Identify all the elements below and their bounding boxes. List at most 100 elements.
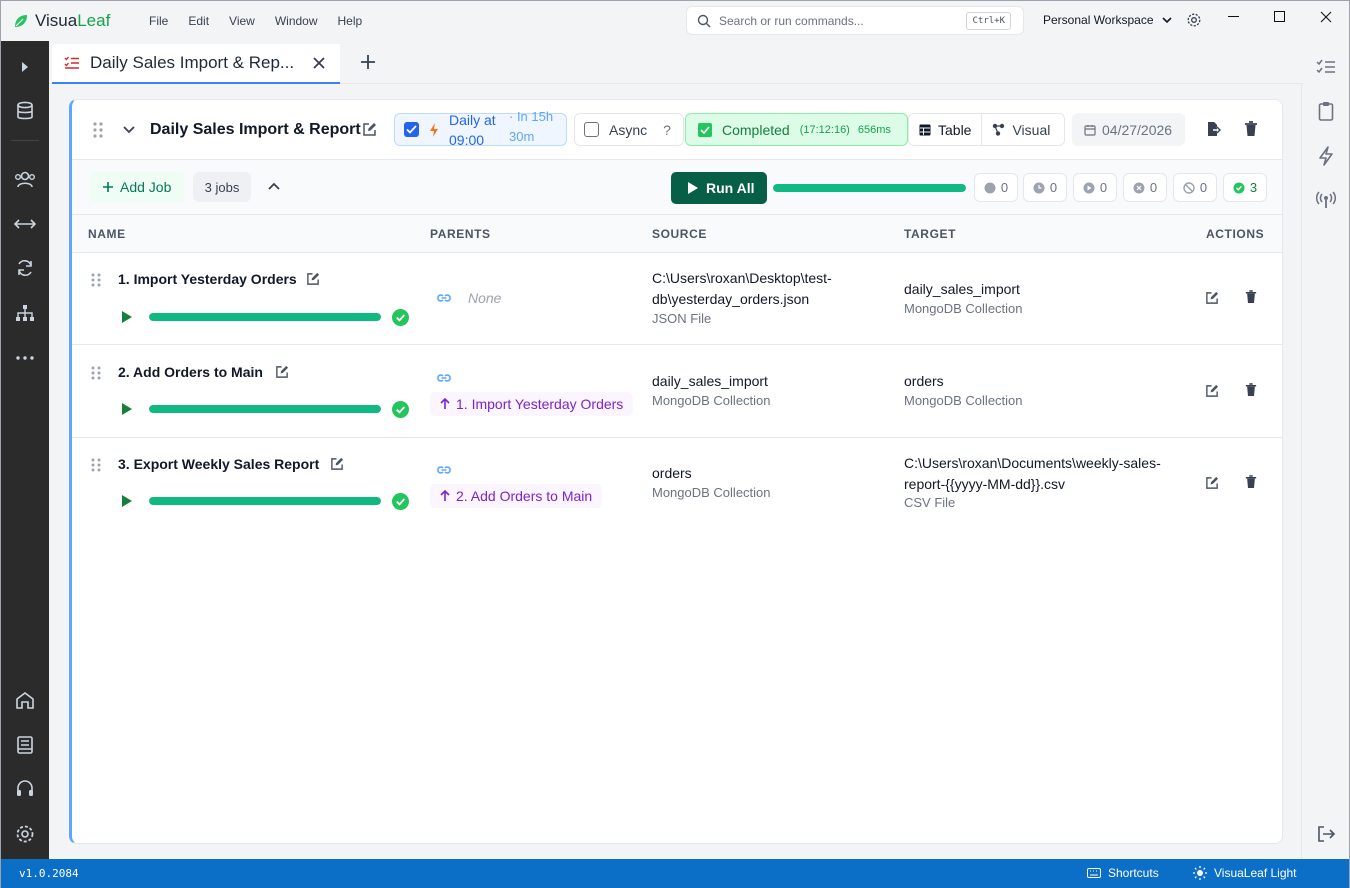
hierarchy-icon[interactable] [13,301,37,325]
menu-window[interactable]: Window [265,14,328,28]
date-chip[interactable]: 04/27/2026 [1072,113,1185,146]
job-name: 1. Import Yesterday Orders [118,271,297,287]
job-progress-fill [149,497,381,505]
edit-icon[interactable] [1205,291,1219,305]
plus-icon [103,182,113,192]
play-icon[interactable] [121,403,132,415]
version-label: v1.0.2084 [19,867,79,880]
header-parents[interactable]: PARENTS [430,227,491,241]
task-list-icon[interactable] [1314,55,1338,79]
lightning-icon[interactable] [1314,144,1338,168]
view-visual-button[interactable]: Visual [982,114,1060,145]
drag-handle-icon[interactable] [91,458,101,472]
collapse-chevron-icon[interactable] [123,126,135,134]
home-icon[interactable] [13,688,37,712]
app-window: VisuaLeaf File Edit View Window Help Sea… [0,0,1350,888]
edit-icon[interactable] [275,365,289,379]
shortcuts-button[interactable]: Shortcuts [1087,866,1159,880]
title-bar: VisuaLeaf File Edit View Window Help Sea… [1,1,1349,41]
drag-handle-icon[interactable] [93,122,103,138]
close-icon[interactable] [312,56,326,70]
expand-sidebar-icon[interactable] [13,55,37,79]
stat-scheduled[interactable]: 0 [1023,173,1067,202]
schedule-chip[interactable]: Daily at 09:00 · In 15h 30m [394,109,567,148]
trash-icon[interactable] [1245,383,1257,397]
stat-pending-count: 0 [1000,180,1009,195]
close-window-button[interactable] [1303,1,1349,33]
header-source[interactable]: SOURCE [652,227,707,241]
status-duration: 656ms [857,123,891,136]
leaf-icon [15,15,27,27]
edit-icon[interactable] [1205,384,1219,398]
app-logo: VisuaLeaf [13,11,133,31]
broadcast-icon[interactable] [1314,188,1338,212]
pipeline-panel: Daily Sales Import & Report Daily at 09:… [69,99,1283,844]
header-name[interactable]: NAME [88,227,126,241]
stat-scheduled-count: 0 [1049,180,1058,195]
job-name: 2. Add Orders to Main [118,364,263,380]
parent-chip[interactable]: 2. Add Orders to Main [430,484,603,508]
stat-skipped-count: 0 [1199,180,1208,195]
transfer-icon[interactable] [13,212,37,236]
drag-handle-icon[interactable] [91,366,101,380]
trash-icon[interactable] [1244,121,1258,137]
edit-icon[interactable] [362,122,377,137]
sync-icon[interactable] [13,256,37,280]
menu-view[interactable]: View [219,14,265,28]
menu-file[interactable]: File [139,14,178,28]
add-job-button[interactable]: Add Job [90,172,184,202]
run-all-button[interactable]: Run All [671,172,767,204]
target-name: orders [904,373,944,389]
play-icon[interactable] [121,311,132,323]
menu-help[interactable]: Help [328,14,373,28]
schedule-checkbox[interactable] [404,122,419,137]
more-icon[interactable] [13,346,37,370]
clipboard-icon[interactable] [1314,99,1338,123]
edit-icon[interactable] [330,457,344,471]
maximize-button[interactable] [1257,1,1303,33]
job-name: 3. Export Weekly Sales Report [118,456,320,472]
parent-chip[interactable]: 1. Import Yesterday Orders [430,392,634,416]
theme-label: VisuaLeaf Light [1214,866,1297,880]
edit-icon[interactable] [1205,476,1219,490]
workspace-selector[interactable]: Personal Workspace [1043,12,1202,28]
menu-edit[interactable]: Edit [178,14,219,28]
stat-skipped[interactable]: 0 [1173,173,1217,202]
run-all-label: Run All [706,180,755,196]
logout-icon[interactable] [1314,822,1338,846]
stat-running[interactable]: 0 [1073,173,1117,202]
header-target[interactable]: TARGET [904,227,956,241]
drag-handle-icon[interactable] [91,273,101,287]
edit-icon[interactable] [306,272,320,286]
stat-failed[interactable]: 0 [1123,173,1167,202]
minimize-button[interactable] [1211,1,1257,33]
source-path-line1: C:\Users\roxan\Desktop\test- [652,270,832,286]
async-help-icon[interactable]: ? [663,122,671,138]
users-icon[interactable] [13,167,37,191]
book-icon[interactable] [13,733,37,757]
stat-pending[interactable]: 0 [974,173,1018,202]
chevron-up-icon[interactable] [268,182,280,190]
clock-icon [1033,182,1045,193]
lightning-icon [430,122,438,137]
tab-daily-sales[interactable]: Daily Sales Import & Rep... [52,44,340,84]
target-type: MongoDB Collection [904,393,1023,408]
gear-icon[interactable] [1186,12,1202,28]
async-checkbox[interactable] [584,122,599,137]
export-icon[interactable] [1205,121,1221,137]
source-name: orders [652,465,692,481]
command-search[interactable]: Search or run commands... Ctrl+K [686,6,1024,35]
source-type: MongoDB Collection [652,393,771,408]
theme-button[interactable]: VisuaLeaf Light [1193,866,1297,880]
view-table-button[interactable]: Table [909,114,983,145]
async-toggle[interactable]: Async ? [574,113,684,146]
add-tab-button[interactable] [357,51,379,73]
check-circle-icon [392,309,409,326]
database-icon[interactable] [13,99,37,123]
play-icon[interactable] [121,495,132,507]
headset-icon[interactable] [13,777,37,801]
trash-icon[interactable] [1245,475,1257,489]
stat-success[interactable]: 3 [1223,173,1267,202]
settings-icon[interactable] [13,822,37,846]
trash-icon[interactable] [1245,290,1257,304]
